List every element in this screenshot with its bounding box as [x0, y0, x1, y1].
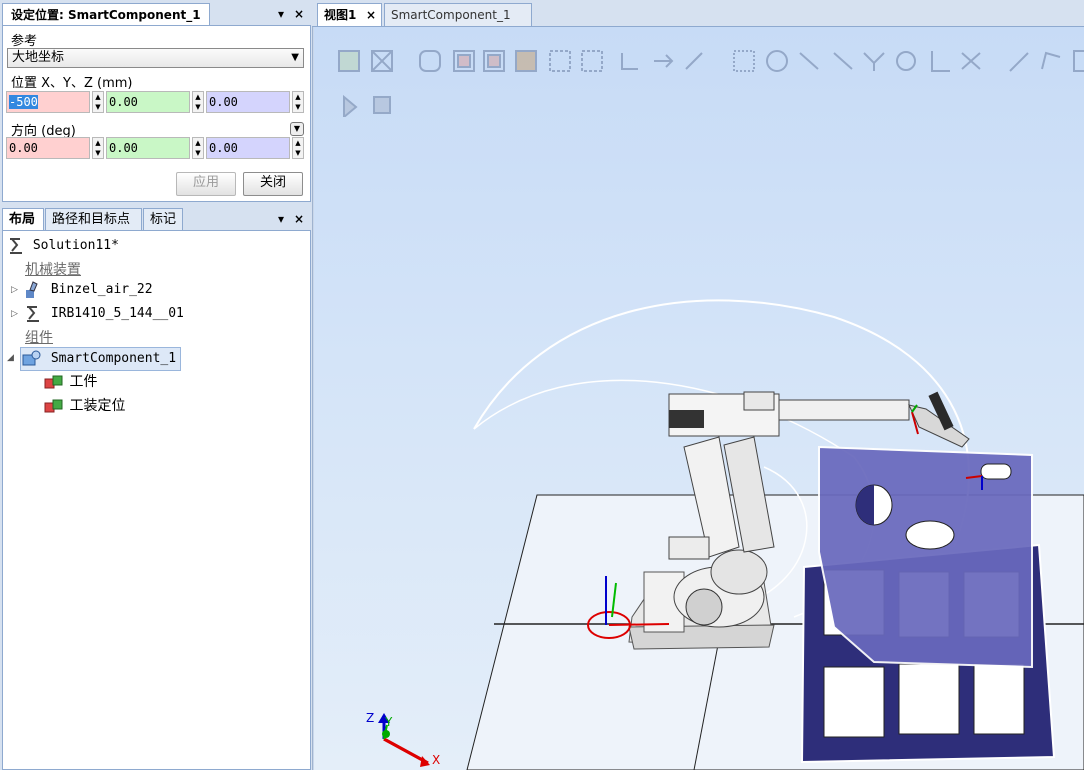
tab-close-icon[interactable]: × — [366, 4, 376, 26]
part-icon — [44, 399, 63, 413]
tab-view1-label: 视图1 — [324, 8, 357, 22]
set-position-panel: 参考 大地坐标 ▼ 位置 X、Y、Z (mm) -500 ▲ ▼ 0.00 ▲ ▼ … — [2, 25, 311, 202]
position-x-value[interactable]: -500 — [9, 95, 38, 109]
station-icon — [10, 237, 22, 254]
axis-z-label: Z — [366, 711, 375, 725]
layout-panel-menu-icon[interactable]: ▾ — [278, 210, 284, 228]
position-label: 位置 X、Y、Z (mm) — [11, 76, 133, 91]
components-header: 组件 — [25, 330, 53, 346]
position-z-value[interactable]: 0.00 — [206, 91, 290, 113]
tab-smartcomponent[interactable]: SmartComponent_1 — [384, 3, 532, 26]
layout-panel-close-icon[interactable]: × — [294, 210, 304, 228]
reference-value: 大地坐标 — [12, 50, 65, 65]
tool-icon — [26, 280, 38, 298]
tab-view1[interactable]: 视图1 × — [317, 3, 382, 26]
layout-tree: Solution11* 机械装置 ▷ Binzel_air_22 ▷ IRB14… — [2, 230, 311, 770]
smart-component-icon — [22, 350, 41, 365]
expand-triangle-icon[interactable]: ▷ — [11, 285, 18, 295]
orientation-y-spinner[interactable]: ▲ ▼ — [192, 137, 204, 159]
document-tabs: 视图1 × SmartComponent_1 — [312, 0, 1084, 27]
fixture-model — [800, 445, 1056, 764]
orientation-z-value[interactable]: 0.00 — [206, 137, 290, 159]
position-y-spinner[interactable]: ▲ ▼ — [192, 91, 204, 113]
orientation-x-spinner[interactable]: ▲ ▼ — [92, 137, 104, 159]
tree-solution-label: Solution11* — [32, 238, 119, 253]
reference-label: 参考 — [11, 34, 38, 49]
part-icon — [44, 375, 63, 389]
orientation-y-value[interactable]: 0.00 — [106, 137, 190, 159]
apply-button[interactable]: 应用 — [176, 172, 236, 196]
position-z-spinner[interactable]: ▲ ▼ — [292, 91, 304, 113]
panel-menu-icon[interactable]: ▾ — [278, 5, 284, 23]
tree-item-fixture-label: 工装定位 — [69, 398, 126, 414]
tree-item-smartcomponent-label: SmartComponent_1 — [50, 351, 177, 366]
tree-item-irb1410-label: IRB1410_5_144__01 — [50, 306, 184, 321]
axis-x-label: X — [432, 753, 441, 767]
tab-layout[interactable]: 布局 — [2, 208, 44, 230]
axis-y-label: Y — [385, 715, 393, 729]
collapse-triangle-icon[interactable]: ◢ — [7, 353, 14, 363]
orientation-x-value[interactable]: 0.00 — [6, 137, 90, 159]
tab-tags[interactable]: 标记 — [143, 208, 183, 230]
tree-solution[interactable]: Solution11* — [7, 235, 119, 257]
3d-viewport[interactable]: Z Y X — [314, 27, 1084, 770]
set-position-title: 设定位置: SmartComponent_1 — [2, 3, 210, 26]
expand-icon[interactable]: ▼ — [290, 122, 304, 136]
tree-item-binzel[interactable]: Binzel_air_22 — [23, 279, 153, 301]
position-x-spinner[interactable]: ▲ ▼ — [92, 91, 104, 113]
tree-item-binzel-label: Binzel_air_22 — [50, 282, 153, 297]
scene-canvas — [378, 299, 1084, 770]
robot-icon — [27, 305, 39, 322]
tree-item-workpiece-label: 工件 — [69, 374, 98, 390]
orientation-z-spinner[interactable]: ▲ ▼ — [292, 137, 304, 159]
tree-item-smartcomponent[interactable]: SmartComponent_1 — [20, 347, 182, 371]
tree-item-workpiece[interactable]: 工件 — [43, 371, 97, 393]
close-button[interactable]: 关闭 — [243, 172, 303, 196]
reference-select[interactable]: 大地坐标 ▼ — [7, 48, 304, 68]
chevron-down-icon: ▼ — [291, 52, 299, 63]
mechanisms-header: 机械装置 — [25, 262, 81, 278]
tree-item-irb1410[interactable]: IRB1410_5_144__01 — [23, 303, 184, 325]
expand-triangle-icon[interactable]: ▷ — [11, 309, 18, 319]
position-y-value[interactable]: 0.00 — [106, 91, 190, 113]
panel-close-icon[interactable]: × — [294, 5, 304, 23]
left-dock: 设定位置: SmartComponent_1 ▾ × 参考 大地坐标 ▼ 位置 … — [0, 0, 313, 770]
tab-paths-targets[interactable]: 路径和目标点 — [45, 208, 142, 230]
tree-item-fixture[interactable]: 工装定位 — [43, 395, 125, 417]
